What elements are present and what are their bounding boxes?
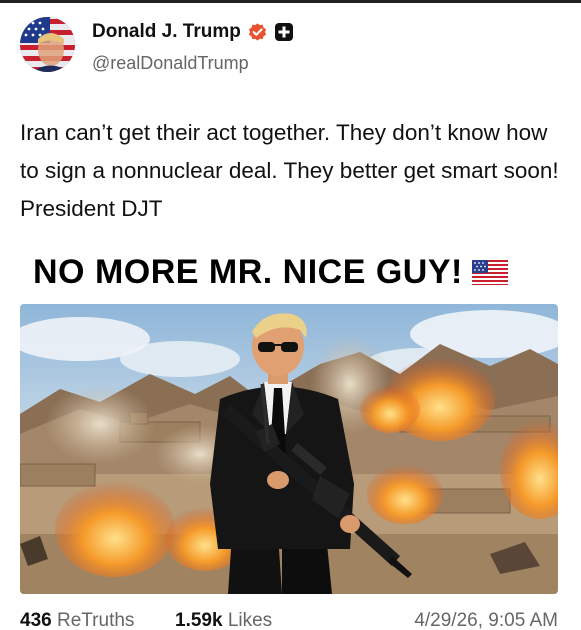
retruths-count: 436 — [20, 610, 52, 630]
post-body-text: Iran can’t get their act together. They … — [20, 120, 559, 221]
plus-badge-icon — [274, 22, 294, 42]
post-timestamp[interactable]: 4/29/26, 9:05 AM — [414, 610, 558, 630]
engagement-stats: 436 ReTruths 1.59k Likes 4/29/26, 9:05 A… — [20, 610, 561, 630]
avatar[interactable] — [20, 17, 75, 72]
likes-count: 1.59k — [175, 610, 223, 630]
post-image[interactable] — [20, 304, 558, 594]
likes-label: Likes — [227, 610, 273, 630]
author-display-name[interactable]: Donald J. Trump — [92, 21, 241, 43]
retruths-label: ReTruths — [56, 610, 135, 630]
verified-badge-icon — [247, 22, 268, 43]
post-card: Donald J. Trump @realDonaldTrump Iran ca… — [0, 0, 581, 630]
likes-stat[interactable]: 1.59k Likes — [175, 610, 272, 630]
image-headline: NO MORE MR. NICE GUY! — [33, 253, 508, 292]
top-divider — [0, 0, 581, 3]
us-flag-icon — [471, 260, 508, 285]
retruths-stat[interactable]: 436 ReTruths — [20, 610, 134, 630]
author-handle[interactable]: @realDonaldTrump — [92, 53, 249, 74]
author-name-row: Donald J. Trump — [92, 21, 294, 43]
image-headline-text: NO MORE MR. NICE GUY! — [33, 253, 463, 291]
